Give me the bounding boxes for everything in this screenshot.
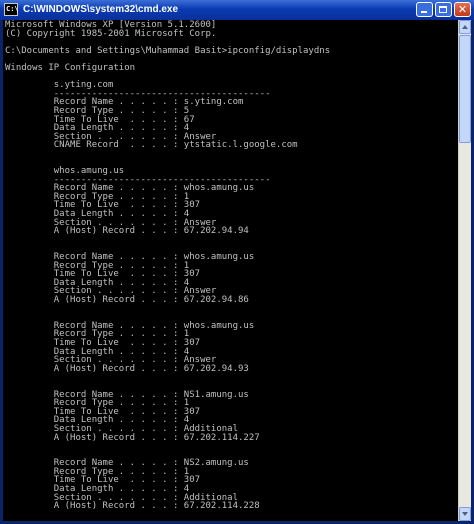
close-button[interactable]: ✕ — [454, 2, 471, 17]
console-line: A (Host) Record . . . : 67.202.94.86 — [5, 295, 249, 305]
scroll-up-button[interactable] — [459, 20, 471, 34]
console-output-text: Microsoft Windows XP [Version 5.1.2600] … — [3, 20, 458, 511]
console-line: A (Host) Record . . . : 67.202.94.93 — [5, 363, 249, 374]
title-bar[interactable]: C:\ C:\WINDOWS\system32\cmd.exe ✕ — [0, 0, 474, 20]
console-line: CNAME Record . . . . : ytstatic.l.google… — [5, 140, 298, 151]
console-app-icon-label: C:\ — [6, 5, 19, 13]
caption-buttons: ✕ — [416, 2, 471, 17]
console-line: A (Host) Record . . . : 67.202.94.94 — [5, 226, 249, 237]
console-line: Windows IP Configuration — [5, 62, 136, 73]
console-output-area[interactable]: Microsoft Windows XP [Version 5.1.2600] … — [3, 20, 458, 521]
close-icon: ✕ — [457, 3, 468, 16]
arrow-up-icon — [462, 25, 468, 29]
minimize-button[interactable] — [416, 2, 433, 17]
console-line: A (Host) Record . . . : 67.202.114.228 — [5, 501, 260, 512]
scroll-down-button[interactable] — [459, 507, 471, 521]
window-title: C:\WINDOWS\system32\cmd.exe — [23, 4, 179, 15]
console-app-icon[interactable]: C:\ — [4, 3, 19, 16]
console-line: C:\Documents and Settings\Muhammad Basit… — [5, 45, 331, 56]
arrow-down-icon — [462, 512, 468, 516]
vertical-scrollbar[interactable] — [458, 20, 471, 521]
console-line: A (Host) Record . . . : 67.202.114.227 — [5, 432, 260, 443]
scroll-thumb[interactable] — [459, 35, 471, 143]
console-line: (C) Copyright 1985-2001 Microsoft Corp. — [5, 28, 217, 39]
maximize-button[interactable] — [435, 2, 452, 17]
minimize-icon — [421, 11, 427, 13]
maximize-icon — [439, 6, 447, 13]
cmd-window: C:\ C:\WINDOWS\system32\cmd.exe ✕ Micros… — [0, 0, 474, 524]
